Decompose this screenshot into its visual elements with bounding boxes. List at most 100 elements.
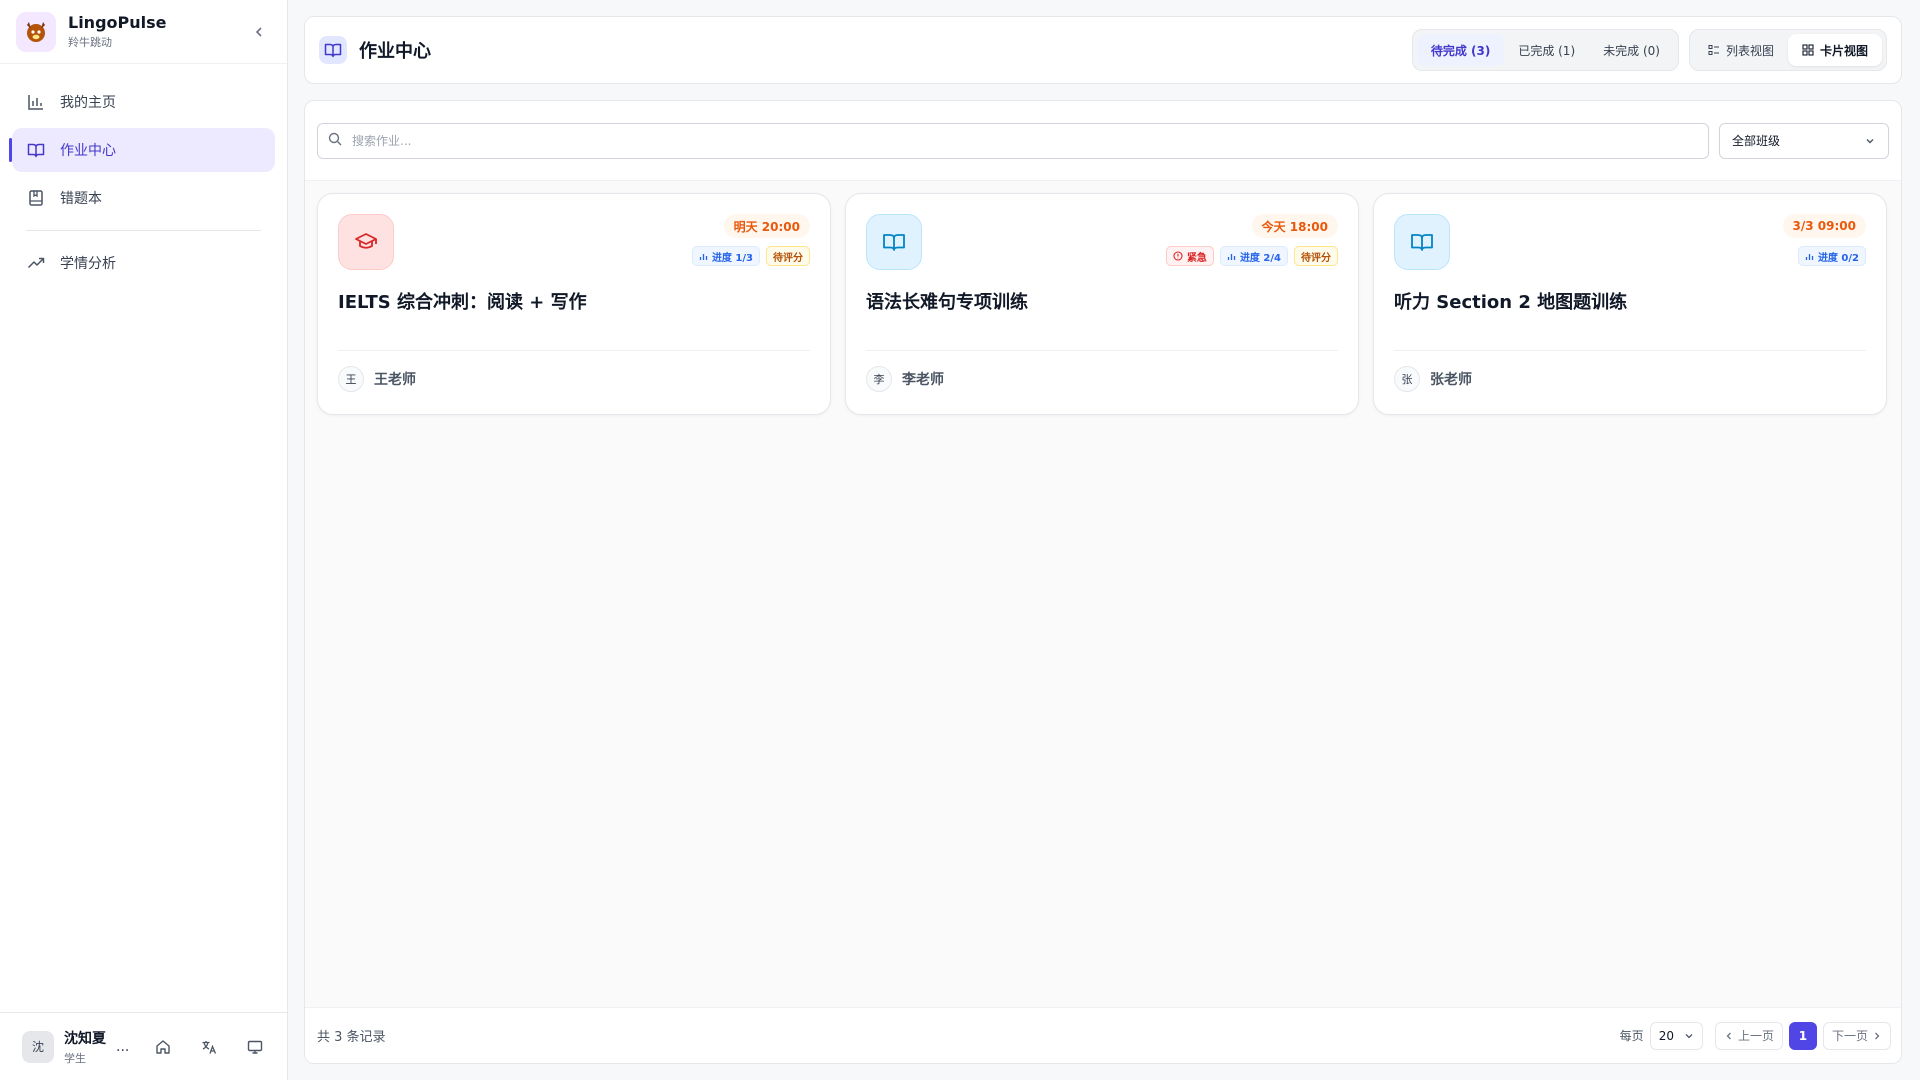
sidebar-item-analytics[interactable]: 学情分析 <box>12 241 275 285</box>
card-view-label: 卡片视图 <box>1819 43 1868 58</box>
urgent-badge: 紧急 <box>1165 246 1214 266</box>
due-badge: 3/3 09:00 <box>1782 214 1866 238</box>
next-page-button[interactable]: 下一页 <box>1822 1021 1891 1050</box>
page-number-current[interactable]: 1 <box>1788 1021 1817 1050</box>
home-icon[interactable] <box>152 1036 174 1058</box>
assignment-cards: 明天 20:00 进度 1/3 待评分 IELTS 综合冲刺：阅读 + 写作 王 <box>305 181 1901 427</box>
list-view-label: 列表视图 <box>1725 43 1774 58</box>
next-page-label: 下一页 <box>1831 1029 1868 1043</box>
teacher-avatar: 张 <box>1394 366 1420 392</box>
progress-text: 进度 2/4 <box>1239 252 1281 264</box>
view-toggle: 列表视图 卡片视图 <box>1688 29 1887 71</box>
card-divider <box>338 350 810 351</box>
due-badge: 明天 20:00 <box>723 214 810 238</box>
progress-badge: 进度 1/3 <box>691 246 760 266</box>
book-open-icon <box>319 36 347 64</box>
total-count: 共 3 条记录 <box>317 1030 386 1045</box>
tab-incomplete[interactable]: 未完成 (0) <box>1589 34 1674 66</box>
page-header: 作业中心 待完成 (3) 已完成 (1) 未完成 (0) 列表视图 卡片视图 <box>304 16 1902 84</box>
status-badge: 待评分 <box>766 246 810 266</box>
sidebar-item-label: 错题本 <box>60 191 102 207</box>
per-page-value: 20 <box>1658 1028 1674 1043</box>
status-tabs: 待完成 (3) 已完成 (1) 未完成 (0) <box>1411 29 1679 71</box>
notebook-icon <box>26 188 46 208</box>
grid-icon <box>1802 44 1814 56</box>
card-grid-area: 明天 20:00 进度 1/3 待评分 IELTS 综合冲刺：阅读 + 写作 王 <box>305 181 1901 1009</box>
card-title: 听力 Section 2 地图题训练 <box>1394 292 1628 313</box>
page-title: 作业中心 <box>359 41 431 62</box>
list-view-button[interactable]: 列表视图 <box>1694 34 1788 66</box>
brand: LingoPulse 羚牛跳动 <box>0 0 287 64</box>
book-open-icon <box>26 140 46 160</box>
bar-chart-icon <box>1227 253 1236 260</box>
chevron-down-icon <box>1685 1033 1693 1038</box>
list-icon <box>1708 44 1720 56</box>
bar-chart-icon <box>699 253 708 260</box>
sidebar-item-label: 作业中心 <box>60 143 116 159</box>
tab-completed[interactable]: 已完成 (1) <box>1504 34 1589 66</box>
status-badge: 待评分 <box>1294 246 1338 266</box>
assignment-card[interactable]: 今天 18:00 紧急 进度 2/4 待评分 语法长难句专项训练 李 李老师 <box>845 193 1359 415</box>
per-page-select[interactable]: 20 <box>1649 1021 1703 1050</box>
translate-icon[interactable] <box>198 1036 220 1058</box>
urgent-text: 紧急 <box>1186 252 1207 264</box>
assignment-card[interactable]: 明天 20:00 进度 1/3 待评分 IELTS 综合冲刺：阅读 + 写作 王 <box>317 193 831 415</box>
search-icon <box>328 131 342 150</box>
prev-page-button[interactable]: 上一页 <box>1714 1021 1783 1050</box>
card-title: IELTS 综合冲刺：阅读 + 写作 <box>338 292 587 313</box>
pagination: 每页 20 上一页 1 下一页 <box>1619 1021 1891 1050</box>
trending-up-icon <box>26 253 46 273</box>
prev-page-label: 上一页 <box>1737 1029 1774 1043</box>
tab-pending[interactable]: 待完成 (3) <box>1416 34 1505 66</box>
user-role: 学生 <box>64 1051 86 1065</box>
card-title: 语法长难句专项训练 <box>866 292 1028 313</box>
bar-chart-icon <box>26 92 46 112</box>
teacher-avatar: 李 <box>866 366 892 392</box>
sidebar-item-label: 学情分析 <box>60 256 116 272</box>
search-input[interactable] <box>352 133 1698 148</box>
avatar[interactable]: 沈 <box>22 1030 54 1063</box>
search-box <box>317 122 1709 159</box>
chevron-left-icon <box>255 26 262 37</box>
chevron-down-icon <box>1864 135 1876 147</box>
card-divider <box>1394 350 1866 351</box>
sidebar-item-home[interactable]: 我的主页 <box>12 80 275 124</box>
progress-text: 进度 0/2 <box>1817 252 1859 264</box>
monitor-icon[interactable] <box>244 1036 266 1058</box>
progress-badge: 进度 0/2 <box>1797 246 1866 266</box>
class-select[interactable]: 全部班级 <box>1719 122 1889 159</box>
app-subtitle: 羚牛跳动 <box>68 36 112 49</box>
card-divider <box>866 350 1338 351</box>
alert-circle-icon <box>1173 251 1183 261</box>
book-open-icon <box>866 214 922 270</box>
sidebar-item-label: 我的主页 <box>60 95 116 111</box>
user-name: 沈知夏 <box>64 1030 106 1047</box>
progress-badge: 进度 2/4 <box>1219 246 1288 266</box>
pagination-bar: 共 3 条记录 每页 20 上一页 1 下一页 <box>305 1007 1901 1063</box>
filter-bar: 全部班级 <box>305 101 1901 181</box>
app-logo <box>16 11 56 52</box>
per-page-label: 每页 <box>1619 1029 1644 1043</box>
sidebar: LingoPulse 羚牛跳动 我的主页 作业中心 错题本 学情分析 沈 沈知夏… <box>0 0 288 1080</box>
sidebar-item-assignments[interactable]: 作业中心 <box>9 128 275 172</box>
class-select-value: 全部班级 <box>1732 134 1781 148</box>
graduation-cap-icon <box>338 214 394 270</box>
book-open-icon <box>1394 214 1450 270</box>
teacher-name: 王老师 <box>374 372 416 388</box>
chevron-left-icon <box>1726 1032 1731 1039</box>
nav-divider <box>26 230 261 231</box>
progress-text: 进度 1/3 <box>711 252 753 264</box>
more-options-button[interactable]: ... <box>116 1039 129 1055</box>
sidebar-nav: 我的主页 作业中心 错题本 学情分析 <box>0 64 287 305</box>
due-badge: 今天 18:00 <box>1251 214 1338 238</box>
assignments-panel: 全部班级 明天 20:00 进度 <box>304 100 1902 1064</box>
teacher-name: 李老师 <box>902 372 944 388</box>
app-name: LingoPulse <box>68 13 167 32</box>
chevron-right-icon <box>1875 1032 1880 1039</box>
assignment-card[interactable]: 3/3 09:00 进度 0/2 听力 Section 2 地图题训练 张 张老… <box>1373 193 1887 415</box>
card-view-button[interactable]: 卡片视图 <box>1787 34 1882 66</box>
collapse-sidebar-button[interactable] <box>247 20 271 44</box>
teacher-name: 张老师 <box>1430 372 1472 388</box>
sidebar-item-mistakes[interactable]: 错题本 <box>12 176 275 220</box>
teacher-avatar: 王 <box>338 366 364 392</box>
